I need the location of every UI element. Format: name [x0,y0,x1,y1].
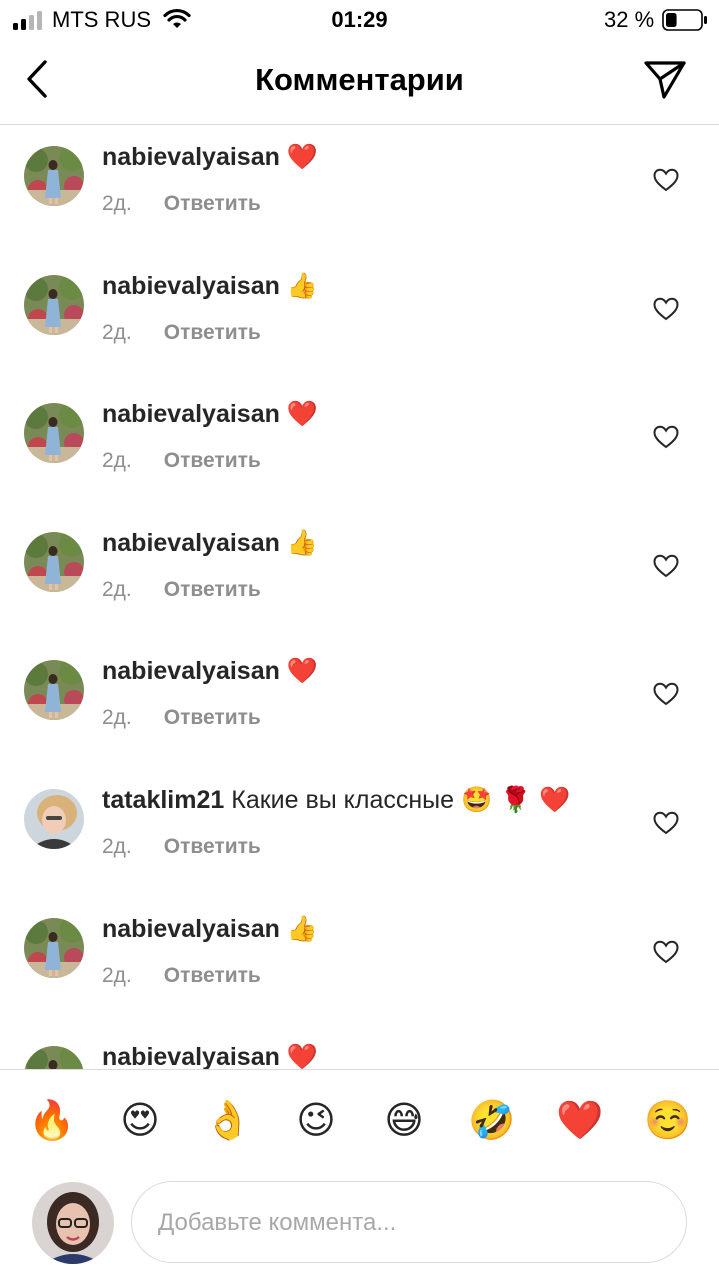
heart-icon[interactable] [653,682,679,706]
heart-icon[interactable] [653,554,679,578]
comment-username[interactable]: tataklim21 [102,786,224,814]
battery-level-fill [666,13,677,27]
comment-time: 2д. [102,320,132,344]
user-avatar-1[interactable] [24,660,84,721]
user-avatar-1[interactable] [24,531,84,592]
heart-icon[interactable] [653,811,679,835]
page-title: Комментарии [255,62,464,97]
comment-line: tataklim21 Какие вы классные 🤩 🌹 ❤️ [102,785,570,815]
smiling-emoji-button[interactable]: ☺️ [644,1096,692,1144]
user-avatar-1[interactable] [24,274,84,335]
comment-item: nabievalyaisan ❤️ 2д. Ответить [0,638,719,766]
comment-time: 2д. [102,449,132,473]
comment-input-wrapper [131,1181,687,1263]
comment-username[interactable]: nabievalyaisan [102,143,280,171]
user-avatar-1[interactable] [24,146,84,206]
comment-item: nabievalyaisan 👍 2д. Ответить [0,253,719,381]
comment-input[interactable] [156,1182,660,1263]
comment-emoji: ❤️ [286,142,318,171]
reply-button[interactable]: Ответить [164,449,261,472]
comment-line: nabievalyaisan ❤️ [102,399,318,429]
ok-hand-emoji-button[interactable]: 👌 [204,1096,252,1144]
my-avatar [32,1182,114,1264]
comment-line: nabievalyaisan ❤️ [102,1042,318,1069]
comment-item: nabievalyaisan 👍 2д. Ответить [0,896,719,1024]
wink-emoji-button[interactable]: 😉 [292,1096,340,1144]
heart-eyes-emoji-button[interactable]: 😍 [116,1096,164,1144]
reply-button[interactable]: Ответить [164,835,261,858]
reply-button[interactable]: Ответить [164,964,261,987]
emoji-bar: 🔥 😍 👌 😉 😅 🤣 ❤️ ☺️ [0,1069,719,1170]
comment-meta: 2д. Ответить [102,578,261,602]
comment-line: nabievalyaisan 👍 [102,914,318,944]
comment-username[interactable]: nabievalyaisan [102,400,280,428]
comment-item: nabievalyaisan ❤️ 2д. Ответить [0,124,719,252]
comment-emoji: 👍 [286,527,318,557]
battery-percent: 32 % [604,7,655,32]
status-bar: MTS RUS 01:29 32 % [0,0,719,40]
comment-emoji: 👍 [286,270,318,300]
user-avatar-2[interactable] [24,789,84,849]
reply-button[interactable]: Ответить [164,578,261,601]
comment-line: nabievalyaisan ❤️ [102,656,318,686]
comment-username[interactable]: nabievalyaisan [102,657,280,685]
paper-plane-icon[interactable] [642,58,688,102]
comment-username[interactable]: nabievalyaisan [102,1043,280,1069]
comment-meta: 2д. Ответить [102,706,261,730]
comment-meta: 2д. Ответить [102,835,261,859]
comment-meta: 2д. Ответить [102,321,261,345]
comment-line: nabievalyaisan 👍 [102,528,318,558]
comment-time: 2д. [102,577,132,601]
comment-time: 2д. [102,835,132,858]
battery-icon [662,9,707,31]
comment-line: nabievalyaisan ❤️ [102,142,318,172]
comment-item: nabievalyaisan ❤️ 2д. Ответить [0,381,719,509]
comment-time: 2д. [102,963,132,987]
heart-icon[interactable] [653,168,679,192]
user-avatar-1[interactable] [24,403,84,464]
comment-meta: 2д. Ответить [102,449,261,473]
user-avatar-1[interactable] [24,917,84,978]
reply-button[interactable]: Ответить [164,706,261,729]
reply-button[interactable]: Ответить [164,192,261,215]
comment-emoji: 🤩 🌹 ❤️ [461,785,571,814]
reply-button[interactable]: Ответить [164,321,261,344]
header: Комментарии [0,40,719,125]
comment-meta: 2д. Ответить [102,192,261,216]
comment-time: 2д. [102,706,132,730]
comment-item: nabievalyaisan ❤️ [0,1024,719,1069]
comment-time: 2д. [102,192,132,215]
comment-emoji: 👍 [286,913,318,943]
comment-item: nabievalyaisan 👍 2д. Ответить [0,510,719,638]
fire-emoji-button[interactable]: 🔥 [28,1096,76,1144]
comment-meta: 2д. Ответить [102,964,261,988]
comment-line: nabievalyaisan 👍 [102,271,318,301]
comment-emoji: ❤️ [286,1042,318,1069]
comment-username[interactable]: nabievalyaisan [102,529,280,557]
heart-icon[interactable] [653,425,679,449]
comment-emoji: ❤️ [286,399,318,429]
comment-username[interactable]: nabievalyaisan [102,915,280,943]
heart-icon[interactable] [653,297,679,321]
comment-item: tataklim21 Какие вы классные 🤩 🌹 ❤️ 2д. От… [0,767,719,895]
comment-username[interactable]: nabievalyaisan [102,272,280,300]
rofl-emoji-button[interactable]: 🤣 [468,1096,516,1144]
sweat-smile-emoji-button[interactable]: 😅 [380,1096,428,1144]
comment-text: Какие вы классные [231,786,455,814]
heart-icon[interactable] [653,940,679,964]
comments-list: nabievalyaisan ❤️ 2д. Ответить nabievalyais… [0,124,719,1069]
user-avatar-1[interactable] [24,1046,84,1069]
comment-emoji: ❤️ [286,656,318,686]
red-heart-emoji-button[interactable]: ❤️ [556,1096,604,1144]
